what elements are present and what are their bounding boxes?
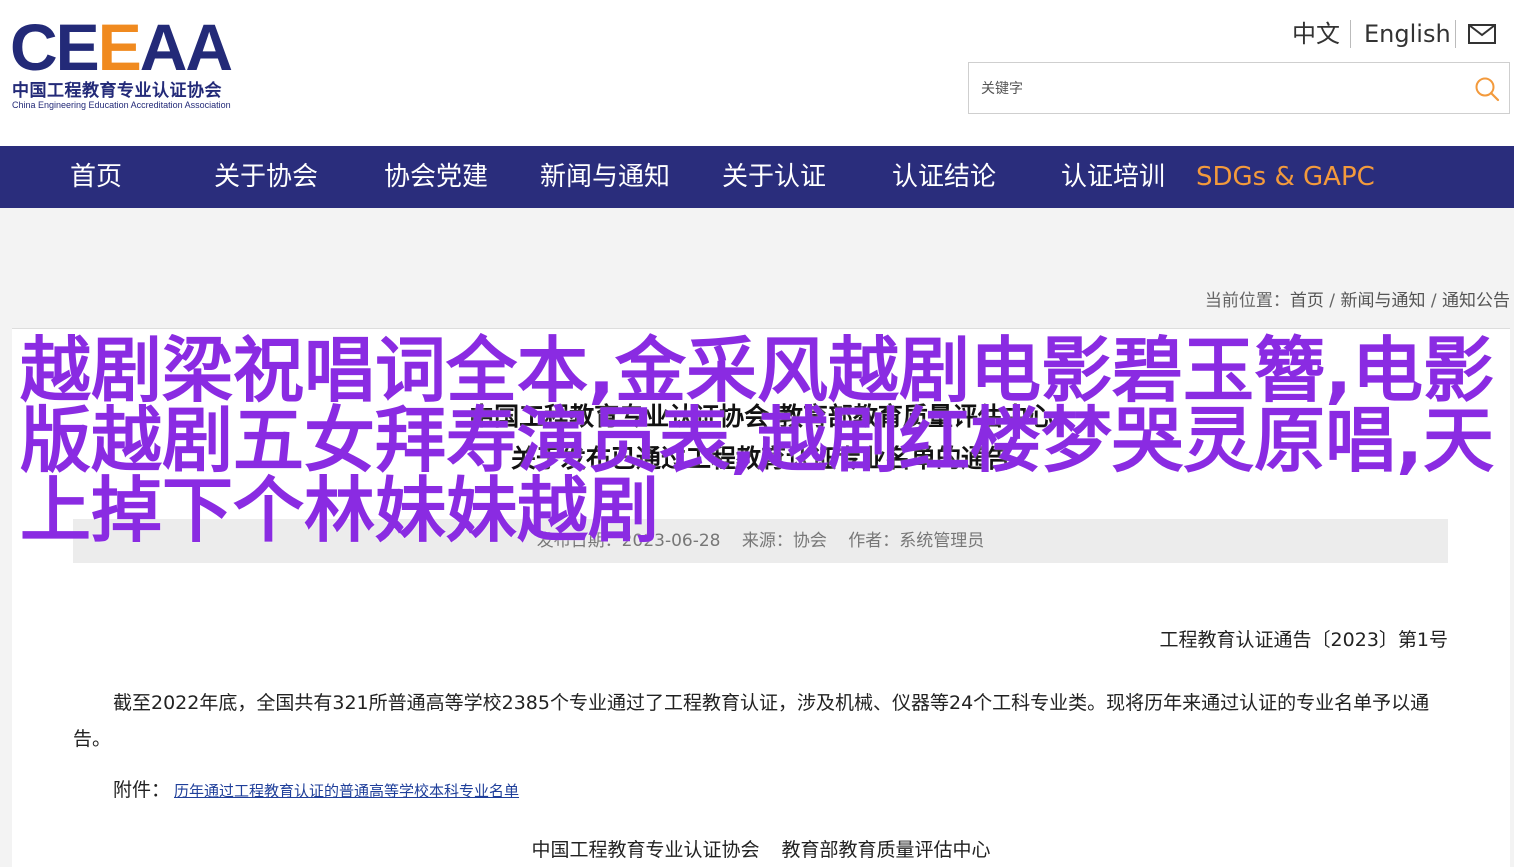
- nav-item-home[interactable]: 首页: [70, 146, 122, 208]
- search-input[interactable]: [979, 75, 1443, 103]
- attachment: 附件： 历年通过工程教育认证的普通高等学校本科专业名单: [113, 775, 519, 802]
- overlay-headline: 越剧梁祝唱词全本,金采风越剧电影碧玉簪,电影版越剧五女拜寿演员表,越剧红楼梦哭灵…: [20, 329, 1494, 552]
- breadcrumb-news[interactable]: 新闻与通知: [1340, 291, 1425, 311]
- main-nav: 首页 关于协会 协会党建 新闻与通知 关于认证 认证结论 认证培训 SDGs &…: [0, 146, 1514, 208]
- nav-item-news[interactable]: 新闻与通知: [540, 146, 670, 208]
- breadcrumb: 当前位置：首页 / 新闻与通知 / 通知公告: [1205, 286, 1510, 311]
- logo-english-name: China Engineering Education Accreditatio…: [12, 100, 231, 110]
- attachment-label: 附件：: [113, 779, 171, 801]
- nav-item-sdgs-gapc[interactable]: SDGs & GAPC: [1196, 146, 1375, 208]
- breadcrumb-home[interactable]: 首页: [1290, 291, 1324, 311]
- search-box: [968, 62, 1510, 114]
- breadcrumb-prefix: 当前位置：: [1204, 291, 1290, 311]
- signature-org-1: 中国工程教育专业认证协会: [531, 839, 760, 861]
- nav-item-about-association[interactable]: 关于协会: [214, 146, 318, 208]
- site-header: CEEAA 中国工程教育专业认证协会 China Engineering Edu…: [0, 0, 1514, 146]
- logo-chinese-name: 中国工程教育专业认证协会: [12, 81, 222, 101]
- breadcrumb-notices[interactable]: 通知公告: [1442, 291, 1510, 311]
- language-english-link[interactable]: English: [1364, 18, 1451, 50]
- signature: 中国工程教育专业认证协会 教育部教育质量评估中心: [12, 835, 1510, 862]
- search-icon[interactable]: [1473, 75, 1501, 103]
- divider: [1350, 20, 1351, 48]
- site-logo[interactable]: CEEAA 中国工程教育专业认证协会 China Engineering Edu…: [10, 14, 270, 114]
- mail-icon[interactable]: [1468, 24, 1496, 44]
- document-number: 工程教育认证通告〔2023〕第1号: [1159, 629, 1448, 651]
- signature-org-2: 教育部教育质量评估中心: [781, 839, 991, 861]
- article-paragraph: 截至2022年底，全国共有321所普通高等学校2385个专业通过了工程教育认证，…: [73, 692, 1430, 750]
- breadcrumb-separator: /: [1425, 291, 1442, 311]
- nav-item-accreditation-results[interactable]: 认证结论: [892, 146, 996, 208]
- attachment-link[interactable]: 历年通过工程教育认证的普通高等学校本科专业名单: [174, 782, 519, 800]
- language-chinese-link[interactable]: 中文: [1292, 18, 1340, 50]
- logo-mark: CEEAA: [10, 10, 233, 84]
- nav-item-training[interactable]: 认证培训: [1061, 146, 1165, 208]
- breadcrumb-separator: /: [1323, 291, 1341, 311]
- divider: [1455, 20, 1456, 48]
- nav-item-about-accreditation[interactable]: 关于认证: [722, 146, 826, 208]
- nav-item-party-building[interactable]: 协会党建: [384, 146, 488, 208]
